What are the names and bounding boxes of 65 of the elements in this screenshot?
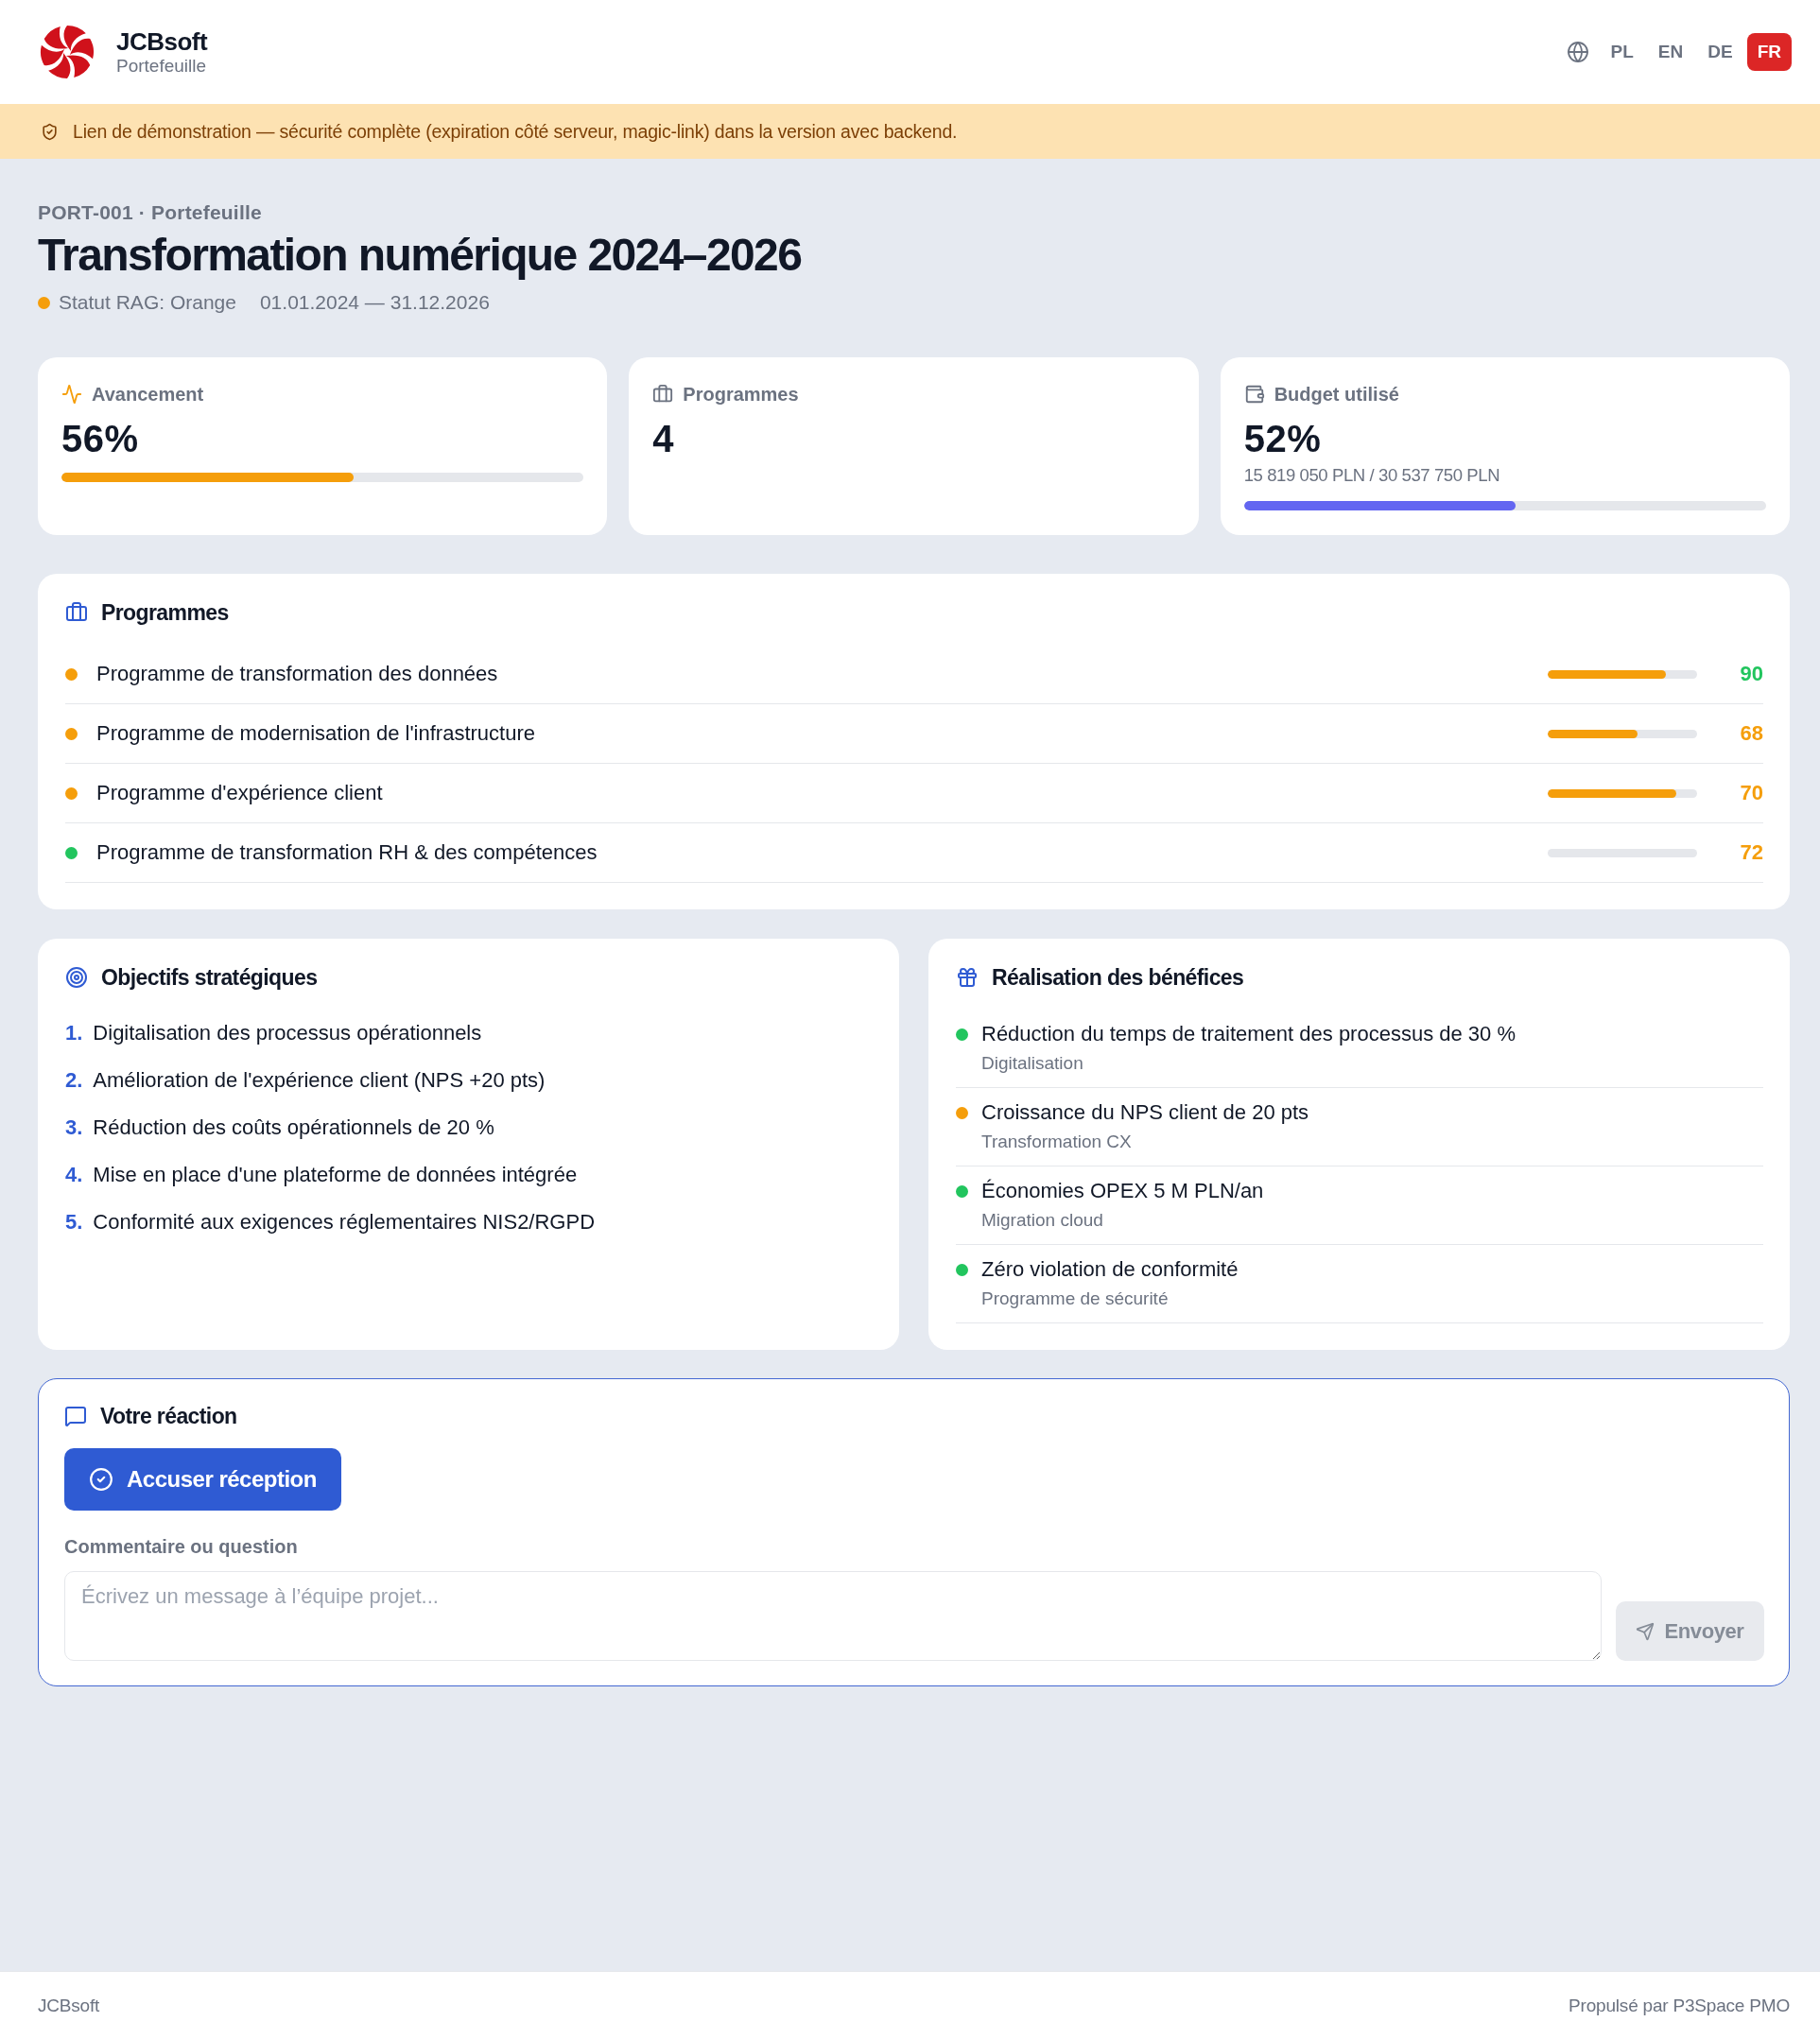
program-score: 70 xyxy=(1739,781,1763,805)
check-circle-icon xyxy=(89,1467,113,1492)
benefit-source: Migration cloud xyxy=(980,1209,1104,1232)
section-title: Programmes xyxy=(101,599,229,626)
send-icon xyxy=(1636,1621,1655,1641)
briefcase-icon xyxy=(65,601,88,624)
program-name: Programme de transformation RH & des compétences xyxy=(96,839,598,866)
benefit-title: Zéro violation de conformité xyxy=(981,1256,1239,1283)
benefit-source: Programme de sécurité xyxy=(980,1287,1170,1310)
benefit-title: Réduction du temps de traitement des processus de 30 % xyxy=(981,1021,1516,1047)
kpi-value: 4 xyxy=(652,417,676,461)
objective-text: Réduction des coûts opérationnels de 20 % xyxy=(93,1115,494,1140)
objective-text: Conformité aux exigences réglementaires NIS2/RGPD xyxy=(93,1210,596,1235)
section-title: Votre réaction xyxy=(100,1403,237,1429)
wallet-icon xyxy=(1243,384,1265,405)
language-button[interactable]: PL xyxy=(1600,33,1644,71)
objective-text: Digitalisation des processus opérationnels xyxy=(93,1021,482,1045)
benefit-source: Digitalisation xyxy=(980,1052,1084,1075)
program-name: Programme d'expérience client xyxy=(96,780,384,806)
shield-check-icon xyxy=(41,122,59,141)
objective-number: 3. xyxy=(65,1115,83,1140)
benefit-title: Croissance du NPS client de 20 pts xyxy=(981,1099,1309,1126)
kpi-detail: 15 819 050 PLN / 30 537 750 PLN xyxy=(1243,464,1501,487)
program-score: 72 xyxy=(1739,840,1763,865)
kpi-value: 56% xyxy=(61,417,140,461)
briefcase-icon xyxy=(652,384,674,405)
globe-icon xyxy=(1566,41,1589,63)
field-label: Commentaire ou question xyxy=(64,1535,299,1558)
pulse-icon xyxy=(61,384,82,405)
benefit-title: Économies OPEX 5 M PLN/an xyxy=(981,1178,1264,1204)
objective-number: 1. xyxy=(65,1021,83,1045)
kpi-label: Programmes xyxy=(683,383,799,406)
chat-bubble-icon xyxy=(64,1405,87,1427)
brand-name: JCBsoft xyxy=(116,27,208,56)
kpi-label: Avancement xyxy=(92,383,204,406)
brand-subtitle: Portefeuille xyxy=(116,56,208,77)
footer-credit: Propulsé par P3Space PMO xyxy=(1569,1995,1790,2016)
date-range: 01.01.2024 — 31.12.2026 xyxy=(259,290,490,315)
program-score: 68 xyxy=(1739,721,1763,746)
footer-brand: JCBsoft xyxy=(38,1995,100,2016)
language-button[interactable]: DE xyxy=(1697,33,1743,71)
kpi-value: 52% xyxy=(1243,417,1323,461)
gift-icon xyxy=(956,966,979,989)
language-button[interactable]: FR xyxy=(1746,33,1792,71)
section-title: Réalisation des bénéfices xyxy=(992,964,1244,991)
objective-text: Mise en place d'une plateforme de données intégrée xyxy=(93,1163,578,1187)
breadcrumb: PORT-001 · Portefeuille xyxy=(38,200,263,225)
target-icon xyxy=(65,966,88,989)
kpi-label: Budget utilisé xyxy=(1274,383,1399,406)
comment-field[interactable]: Écrivez un message à l’équipe projet... xyxy=(64,1571,1602,1661)
program-name: Programme de modernisation de l'infrastructure xyxy=(96,720,536,747)
objective-number: 5. xyxy=(65,1210,83,1235)
objective-number: 4. xyxy=(65,1163,83,1187)
benefit-source: Transformation CX xyxy=(980,1131,1133,1153)
objective-number: 2. xyxy=(65,1068,83,1093)
program-score: 90 xyxy=(1739,662,1763,686)
language-button[interactable]: EN xyxy=(1647,33,1694,71)
page-title: Transformation numérique 2024–2026 xyxy=(38,230,803,281)
swirl-logo-icon xyxy=(40,25,95,79)
acknowledge-button[interactable]: Accuser réception xyxy=(64,1448,341,1511)
status-label: Statut RAG: Orange xyxy=(59,290,236,315)
banner-text: Lien de démonstration — sécurité complète (expiration côté serveur, magic-link) dans la version avec backend. xyxy=(73,120,958,143)
section-title: Objectifs stratégiques xyxy=(101,964,318,991)
objective-text: Amélioration de l'expérience client (NPS +20 pts) xyxy=(93,1068,546,1093)
program-name: Programme de transformation des données xyxy=(96,661,499,687)
